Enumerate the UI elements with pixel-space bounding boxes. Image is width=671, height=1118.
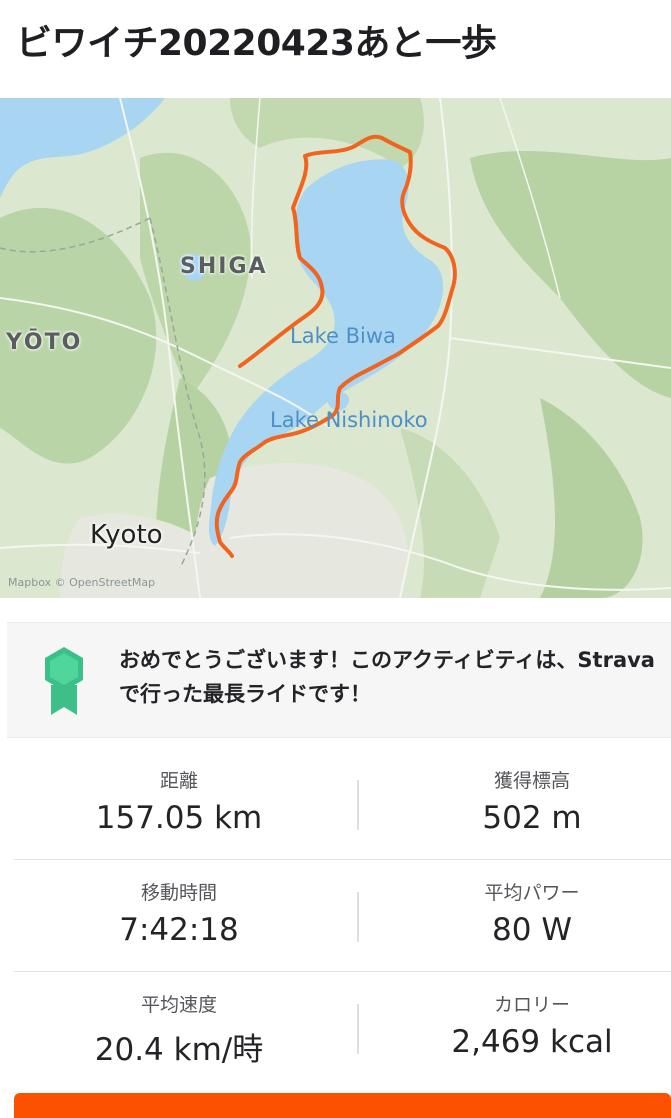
achievement-banner[interactable]: おめでとうございます！このアクティビティは、Stravaで行った最長ライドです！ xyxy=(7,622,671,738)
stats-row: 距離 157.05 km 獲得標高 502 m xyxy=(14,748,671,860)
stat-elevation: 獲得標高 502 m xyxy=(367,748,671,860)
stat-divider xyxy=(357,892,359,942)
stat-value: 2,469 kcal xyxy=(451,1024,613,1060)
stat-avg-power: 平均パワー 80 W xyxy=(367,860,671,972)
achievement-text: おめでとうございます！このアクティビティは、Stravaで行った最長ライドです！ xyxy=(119,648,655,706)
stat-value: 157.05 km xyxy=(95,800,263,836)
page-title: ビワイチ20220423あと一歩 xyxy=(16,23,497,64)
stat-label: 獲得標高 xyxy=(493,770,570,792)
map-label-lake-nishinoko: Lake Nishinoko xyxy=(270,408,428,432)
activity-map[interactable]: SHIGA YŌTO Lake Biwa Lake Nishinoko Kyot… xyxy=(0,98,671,598)
stat-label: 平均速度 xyxy=(140,994,217,1016)
stat-value: 502 m xyxy=(482,800,582,836)
map-label-kyoto-city: Kyoto xyxy=(90,520,163,550)
stat-label: 距離 xyxy=(159,770,198,792)
map-label-shiga: SHIGA xyxy=(180,254,268,279)
stats-row: 平均速度 20.4 km/時 カロリー 2,469 kcal xyxy=(14,972,671,1084)
stats-grid: 距離 157.05 km 獲得標高 502 m 移動時間 7:42:18 平均パ… xyxy=(14,748,671,1084)
stat-value: 7:42:18 xyxy=(119,912,239,948)
stat-divider xyxy=(357,1004,359,1054)
title-bar: ビワイチ20220423あと一歩 xyxy=(0,0,671,98)
stat-avg-speed: 平均速度 20.4 km/時 xyxy=(14,972,344,1084)
stat-moving-time: 移動時間 7:42:18 xyxy=(14,860,344,972)
stat-label: 平均パワー xyxy=(484,882,580,904)
achievement-medal-icon xyxy=(45,647,83,715)
orange-action-button[interactable] xyxy=(14,1093,671,1118)
map-label-lake-biwa: Lake Biwa xyxy=(290,324,396,348)
map-attribution[interactable]: Mapbox © OpenStreetMap xyxy=(8,576,155,589)
stat-value: 80 W xyxy=(492,912,572,948)
stats-row: 移動時間 7:42:18 平均パワー 80 W xyxy=(14,860,671,972)
stat-calories: カロリー 2,469 kcal xyxy=(367,972,671,1084)
stat-distance: 距離 157.05 km xyxy=(14,748,344,860)
stat-label: 移動時間 xyxy=(140,882,217,904)
stat-label: カロリー xyxy=(493,994,570,1016)
stat-value: 20.4 km/時 xyxy=(94,1032,264,1068)
stat-divider xyxy=(357,780,359,830)
map-label-kyoto-region: YŌTO xyxy=(6,330,83,355)
